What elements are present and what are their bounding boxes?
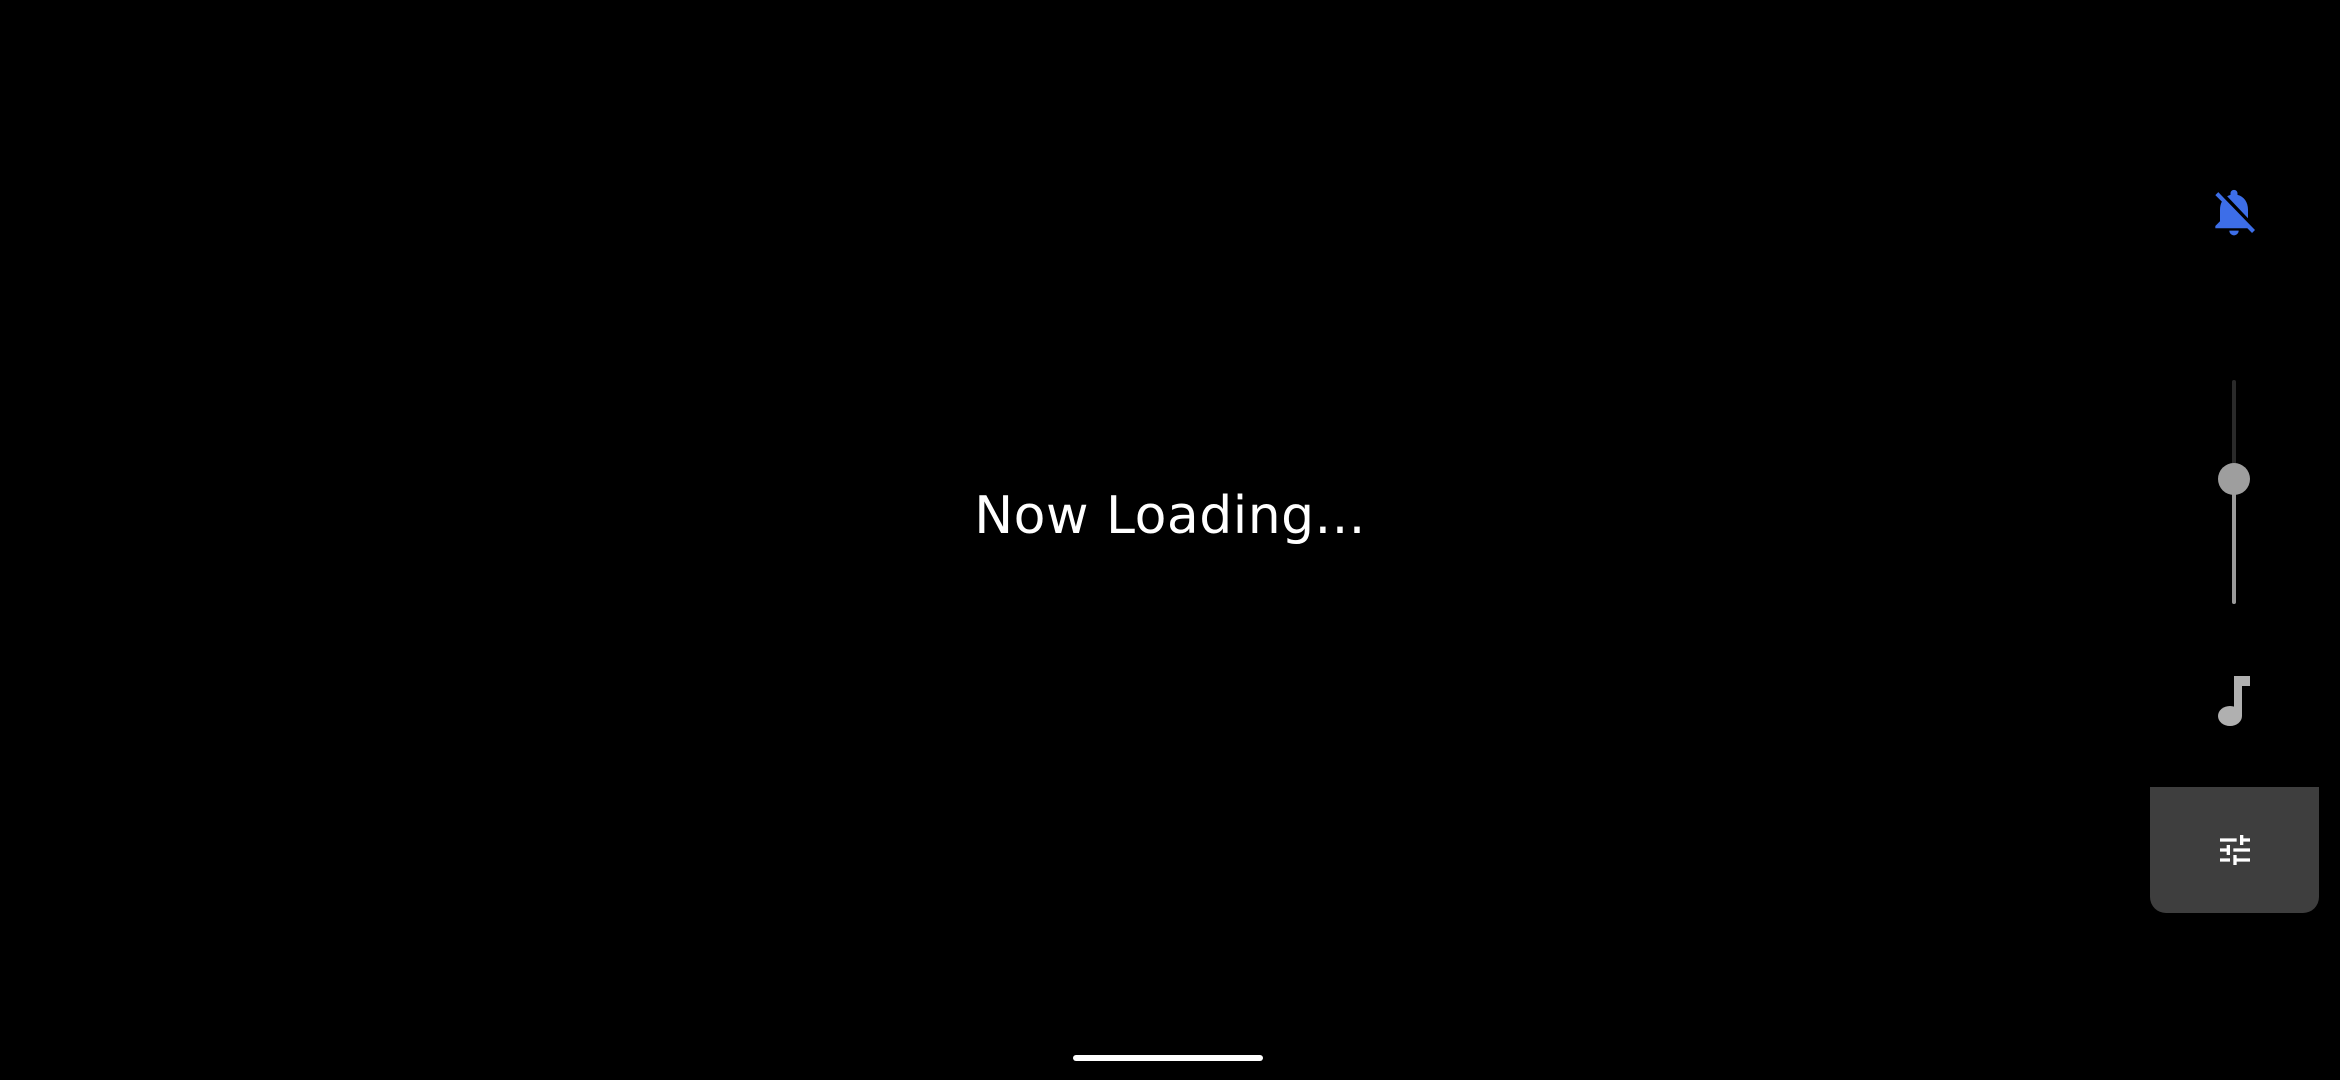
tune-sliders-icon (2219, 835, 2250, 865)
ringer-mode-button[interactable] (2202, 180, 2266, 244)
volume-slider-fill (2232, 479, 2236, 604)
media-stream-button[interactable] (2208, 672, 2260, 728)
game-loading-screen: Now Loading... (0, 0, 2340, 1080)
music-note-icon (2218, 676, 2250, 726)
loading-text: Now Loading... (974, 486, 1366, 546)
home-indicator[interactable] (1073, 1055, 1263, 1061)
sound-settings-button[interactable] (2150, 787, 2319, 913)
volume-slider-thumb[interactable] (2218, 463, 2250, 495)
volume-panel (2150, 160, 2320, 920)
bell-off-icon (2215, 189, 2255, 236)
volume-slider[interactable] (2213, 380, 2255, 604)
